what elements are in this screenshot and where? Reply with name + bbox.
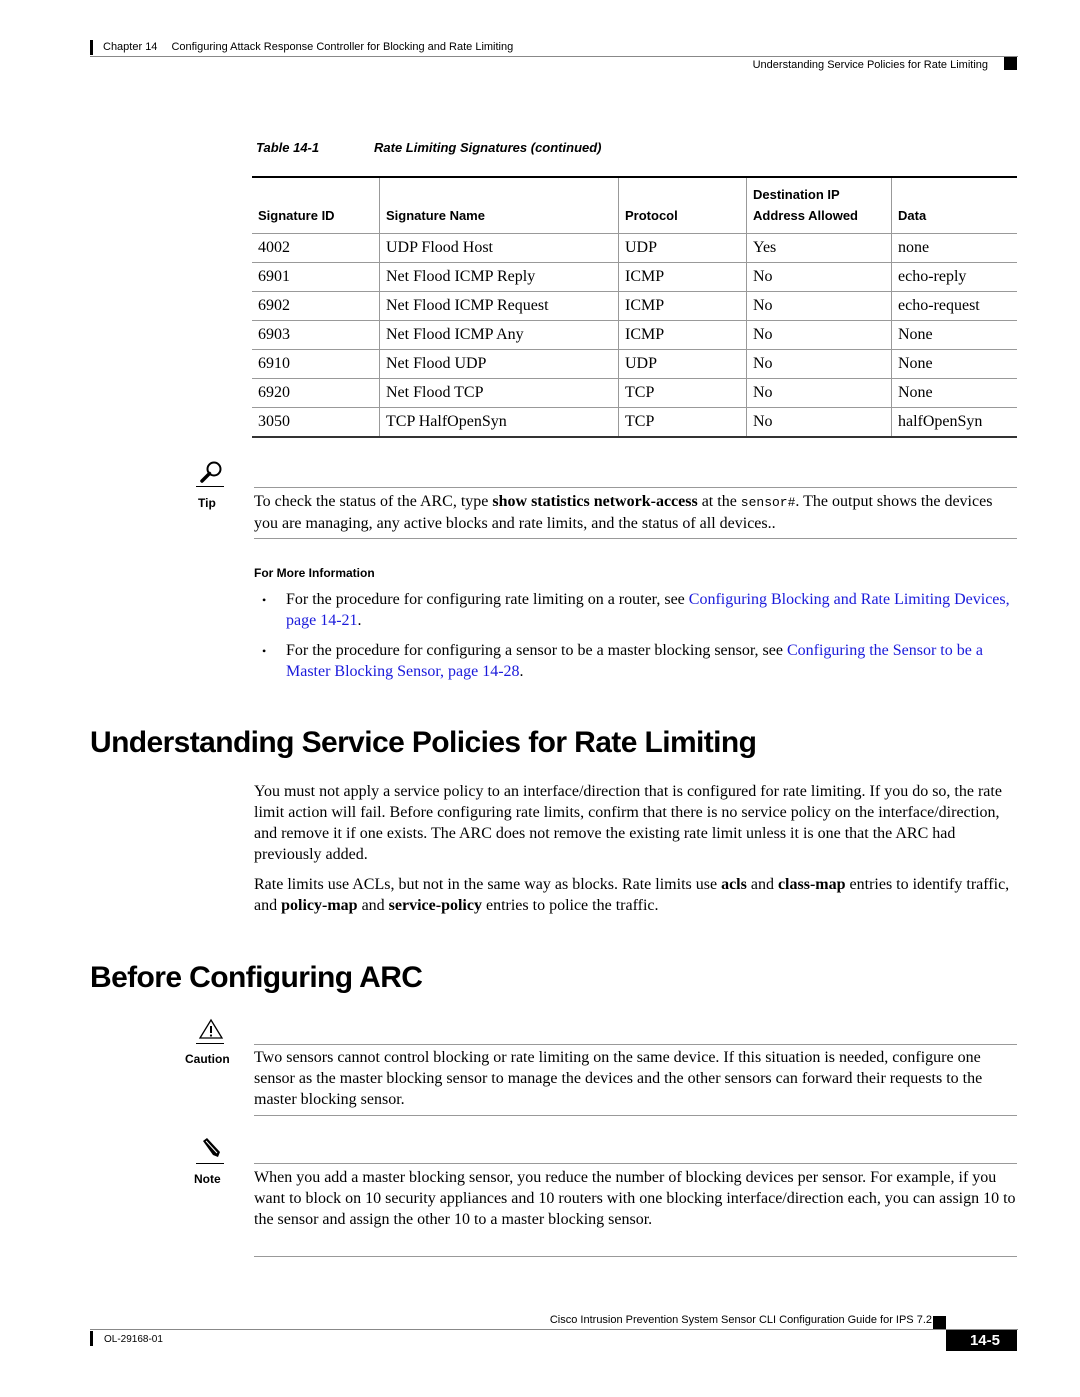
cell-signature-id: 6910 (252, 349, 380, 379)
rate-limiting-signatures-table: Signature ID Signature Name Protocol Des… (252, 176, 1017, 438)
cell-signature-id: 6920 (252, 378, 380, 408)
cell-destination-ip-allowed: No (746, 349, 892, 379)
table-row: 6920 Net Flood TCP TCP No None (252, 378, 1017, 408)
caution-top-rule (254, 1044, 1017, 1045)
note-text: When you add a master blocking sensor, y… (254, 1169, 1016, 1228)
cell-protocol: TCP (618, 407, 747, 438)
note-label: Note (194, 1172, 221, 1186)
cell-data: None (891, 378, 1017, 408)
more-info-bullet-1: For the procedure for configuring rate l… (286, 591, 1010, 629)
section-heading-service-policies: Understanding Service Policies for Rate … (90, 726, 757, 759)
header-section-title: Understanding Service Policies for Rate … (752, 59, 988, 71)
tip-icon-rule (196, 486, 224, 487)
cell-signature-id: 3050 (252, 407, 380, 438)
note-top-rule (254, 1163, 1017, 1164)
table-row: 6910 Net Flood UDP UDP No None (252, 349, 1017, 379)
header-marker-block (1004, 57, 1017, 70)
service-policies-paragraph-1: You must not apply a service policy to a… (254, 783, 1002, 863)
cell-destination-ip-allowed: No (746, 407, 892, 438)
caution-text: Two sensors cannot control blocking or r… (254, 1049, 983, 1108)
bullet-marker: • (262, 593, 267, 607)
pencil-icon (196, 1137, 226, 1166)
cell-signature-name: Net Flood TCP (379, 378, 619, 408)
table-row: 6901 Net Flood ICMP Reply ICMP No echo-reply (252, 262, 1017, 292)
bullet-marker: • (262, 644, 267, 658)
table-caption: Table 14-1 Rate Limiting Signatures (cont… (256, 140, 602, 155)
footer-marker-block (933, 1316, 946, 1329)
cell-data: echo-request (891, 291, 1017, 321)
cell-signature-name: Net Flood ICMP Any (379, 320, 619, 350)
table-caption-title: Rate Limiting Signatures (continued) (374, 140, 602, 155)
column-header-protocol: Protocol (618, 177, 747, 234)
more-info-bullet-2: For the procedure for configuring a sens… (286, 642, 983, 680)
cell-signature-name: TCP HalfOpenSyn (379, 407, 619, 438)
caution-icon-rule (196, 1043, 224, 1044)
tip-bottom-rule (254, 538, 1017, 539)
column-header-signature-id: Signature ID (252, 177, 380, 234)
cell-signature-name: Net Flood UDP (379, 349, 619, 379)
cell-protocol: TCP (618, 378, 747, 408)
footer-guide-title: Cisco Intrusion Prevention System Sensor… (549, 1314, 932, 1326)
footer-marker-bar (90, 1331, 93, 1346)
tip-text: To check the status of the ARC, type sho… (254, 493, 993, 532)
cell-destination-ip-allowed: No (746, 291, 892, 321)
table-header-row: Signature ID Signature Name Protocol Des… (252, 177, 1017, 234)
chapter-title: Configuring Attack Response Controller f… (171, 41, 514, 53)
more-info-heading: For More Information (254, 566, 375, 580)
cell-signature-name: Net Flood ICMP Request (379, 291, 619, 321)
caution-label: Caution (185, 1052, 230, 1066)
cell-signature-id: 6903 (252, 320, 380, 350)
table-caption-label: Table 14-1 (256, 140, 320, 155)
table-row: 3050 TCP HalfOpenSyn TCP No halfOpenSyn (252, 407, 1017, 438)
cell-protocol: ICMP (618, 320, 747, 350)
caution-bottom-rule (254, 1115, 1017, 1116)
note-icon-rule (196, 1163, 224, 1164)
cell-signature-id: 6901 (252, 262, 380, 292)
header-marker-bar (90, 40, 93, 55)
header-chapter: Chapter 14 Configuring Attack Response Co… (103, 41, 513, 53)
column-header-destination-ip: Destination IP Address Allowed (746, 177, 892, 234)
cell-protocol: ICMP (618, 262, 747, 292)
note-bottom-rule (254, 1256, 1017, 1257)
tip-label: Tip (198, 496, 216, 510)
cell-destination-ip-allowed: No (746, 320, 892, 350)
table-row: 6903 Net Flood ICMP Any ICMP No None (252, 320, 1017, 350)
footer-page-number: 14-5 (946, 1330, 1017, 1351)
chapter-number: Chapter 14 (103, 41, 158, 53)
footer-doc-number: OL-29168-01 (104, 1334, 163, 1345)
service-policies-paragraph-2: Rate limits use ACLs, but not in the sam… (254, 876, 1010, 914)
cell-signature-name: UDP Flood Host (379, 233, 619, 263)
column-header-signature-name: Signature Name (379, 177, 619, 234)
cell-signature-id: 6902 (252, 291, 380, 321)
cell-protocol: UDP (618, 349, 747, 379)
cell-protocol: ICMP (618, 291, 747, 321)
cell-signature-id: 4002 (252, 233, 380, 263)
cell-signature-name: Net Flood ICMP Reply (379, 262, 619, 292)
magnifier-icon (196, 460, 226, 489)
cell-data: None (891, 349, 1017, 379)
column-header-data: Data (891, 177, 1017, 234)
table-row: 6902 Net Flood ICMP Request ICMP No echo-req… (252, 291, 1017, 321)
table-row: 4002 UDP Flood Host UDP Yes none (252, 233, 1017, 263)
cell-destination-ip-allowed: No (746, 378, 892, 408)
cell-protocol: UDP (618, 233, 747, 263)
warning-triangle-icon (196, 1018, 226, 1045)
cell-data: none (891, 233, 1017, 263)
tip-top-rule (254, 487, 1017, 488)
header-rule (90, 56, 1018, 57)
cell-destination-ip-allowed: No (746, 262, 892, 292)
footer-rule (90, 1329, 1018, 1330)
section-heading-before-configuring-arc: Before Configuring ARC (90, 961, 423, 994)
cell-data: echo-reply (891, 262, 1017, 292)
cell-destination-ip-allowed: Yes (746, 233, 892, 263)
cell-data: None (891, 320, 1017, 350)
cell-data: halfOpenSyn (891, 407, 1017, 438)
